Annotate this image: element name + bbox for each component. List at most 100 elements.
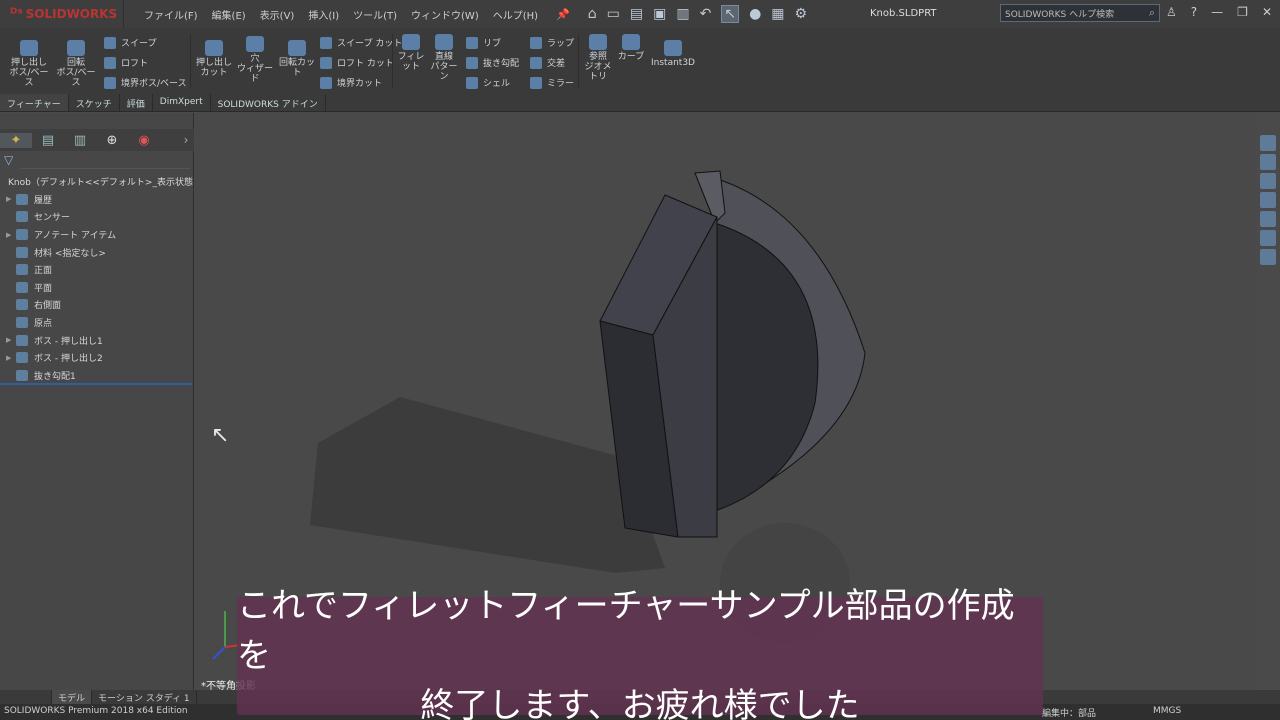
revolve-cut-button[interactable]: 回転カット [278, 40, 316, 78]
revolve-boss-button[interactable]: 回転 ボス/ベース [54, 40, 98, 88]
minimize-icon[interactable]: — [1211, 5, 1223, 19]
feature-manager-tab-icon[interactable]: ✦ [0, 132, 32, 148]
tree-item-draft1[interactable]: 抜き勾配1 [2, 367, 190, 385]
divider [392, 34, 393, 88]
tree-filter-input[interactable] [20, 153, 190, 169]
tree-item-material[interactable]: 材料 <指定なし> [2, 243, 190, 261]
tab-dimxpert[interactable]: DimXpert [153, 94, 211, 111]
menu-window[interactable]: ウィンドウ(W) [411, 7, 479, 22]
tab-scroll-controls[interactable] [0, 690, 52, 704]
instant3d-button[interactable]: Instant3D [650, 40, 696, 68]
help-icon[interactable]: ? [1191, 5, 1197, 19]
undo-icon[interactable]: ↶ [700, 6, 712, 22]
wrap-button[interactable]: ラップ [530, 36, 574, 49]
tree-item-sensors[interactable]: センサー [2, 208, 190, 226]
menu-file[interactable]: ファイル(F) [144, 7, 198, 22]
filter-icon[interactable]: ▽ [4, 153, 13, 167]
tab-features[interactable]: フィーチャー [0, 94, 69, 111]
tab-motion-study[interactable]: モーション スタディ 1 [92, 690, 197, 704]
mirror-label: ミラー [547, 79, 575, 89]
tab-addins[interactable]: SOLIDWORKS アドイン [211, 94, 326, 111]
fillet-button[interactable]: フィレット [396, 34, 426, 72]
tab-model[interactable]: モデル [52, 690, 93, 704]
menu-view[interactable]: 表示(V) [260, 7, 295, 22]
home-icon[interactable]: ⌂ [588, 6, 597, 22]
expand-arrow-icon[interactable]: ▶ [6, 336, 16, 344]
ds-logo-icon: ᴰˢ [10, 6, 23, 22]
tree-item-label: 平面 [34, 283, 53, 294]
lofted-cut-button[interactable]: ロフト カット [320, 56, 394, 69]
shell-button[interactable]: シェル [466, 76, 510, 89]
menu-help[interactable]: ヘルプ(H) [493, 7, 538, 22]
curves-button[interactable]: カーブ [616, 34, 646, 62]
extrude-cut-button[interactable]: 押し出し カット [196, 40, 232, 78]
configuration-manager-tab-icon[interactable]: ▥ [64, 133, 96, 148]
boundary-boss-button[interactable]: 境界ボス/ベース [104, 76, 187, 89]
appearances-icon[interactable] [1260, 211, 1276, 227]
select-pointer-icon[interactable]: ↖ [721, 5, 740, 23]
display-manager-tab-icon[interactable]: ◉ [128, 133, 160, 148]
intersect-button[interactable]: 交差 [530, 56, 565, 69]
loft-label: ロフト [121, 59, 149, 69]
tree-item-history[interactable]: ▶ 履歴 [2, 191, 190, 209]
new-document-icon[interactable]: ▭ [607, 6, 620, 22]
tab-sketch[interactable]: スケッチ [69, 94, 120, 111]
swept-cut-button[interactable]: スイープ カット [320, 36, 402, 49]
restore-icon[interactable]: ❐ [1237, 5, 1248, 19]
reference-geometry-button[interactable]: 参照 ジオメトリ [582, 34, 614, 82]
print-icon[interactable]: ▥ [676, 6, 689, 22]
tree-item-top-plane[interactable]: 平面 [2, 279, 190, 297]
tree-item-front-plane[interactable]: 正面 [2, 261, 190, 279]
close-icon[interactable]: ✕ [1262, 5, 1272, 19]
expand-arrow-icon[interactable]: ▶ [6, 195, 16, 203]
unit-system[interactable]: MMGS [1153, 706, 1181, 716]
menu-edit[interactable]: 編集(E) [212, 7, 246, 22]
chevron-right-icon[interactable]: › [178, 133, 194, 147]
expand-arrow-icon[interactable]: ▶ [6, 354, 16, 362]
revolve-boss-icon [67, 40, 85, 56]
tree-root-part[interactable]: Knob（デフォルト<<デフォルト>_表示状態 1>） [2, 173, 218, 191]
solidworks-logo[interactable]: ᴰˢ SOLIDWORKS [0, 0, 124, 28]
tab-evaluate[interactable]: 評価 [120, 94, 153, 111]
file-explorer-icon[interactable] [1260, 173, 1276, 189]
rollback-bar[interactable] [0, 383, 192, 385]
expand-arrow-icon[interactable]: ▶ [6, 231, 16, 239]
menu-insert[interactable]: 挿入(I) [308, 7, 339, 22]
tree-item-annotations[interactable]: ▶ アノテート アイテム [2, 226, 190, 244]
linear-pattern-button[interactable]: 直線 パターン [428, 34, 460, 82]
dimxpert-manager-tab-icon[interactable]: ⊕ [96, 133, 128, 148]
forum-icon[interactable] [1260, 249, 1276, 265]
property-manager-tab-icon[interactable]: ▤ [32, 133, 64, 148]
open-folder-icon[interactable]: ▤ [630, 6, 643, 22]
search-icon[interactable]: ⌕ [1149, 6, 1155, 20]
tree-item-origin[interactable]: 原点 [2, 314, 190, 332]
pin-icon[interactable]: 📌 [556, 8, 570, 21]
plane-icon [16, 264, 28, 276]
save-icon[interactable]: ▣ [653, 6, 666, 22]
rib-button[interactable]: リブ [466, 36, 501, 49]
extrude-boss-button[interactable]: 押し出し ボス/ベース [8, 40, 50, 88]
panel-tabs: ✦ ▤ ▥ ⊕ ◉ › [0, 129, 194, 151]
user-icon[interactable]: ♙ [1166, 5, 1177, 19]
rebuild-icon[interactable]: ● [749, 6, 761, 22]
loft-button[interactable]: ロフト [104, 56, 148, 69]
menu-tools[interactable]: ツール(T) [353, 7, 397, 22]
tree-item-right-plane[interactable]: 右側面 [2, 296, 190, 314]
tree-item-boss-extrude1[interactable]: ▶ ボス - 押し出し1 [2, 331, 190, 349]
draft-button[interactable]: 抜き勾配 [466, 56, 519, 69]
help-search-input[interactable]: SOLIDWORKS ヘルプ検索 ⌕ [1000, 4, 1160, 22]
tree-item-label: センサー [34, 213, 71, 224]
home-resources-icon[interactable] [1260, 135, 1276, 151]
options-gear-icon[interactable]: ⚙ [795, 6, 808, 22]
boundary-cut-button[interactable]: 境界カット [320, 76, 382, 89]
sweep-button[interactable]: スイープ [104, 36, 156, 49]
design-library-icon[interactable] [1260, 154, 1276, 170]
view-palette-icon[interactable] [1260, 192, 1276, 208]
tree-item-boss-extrude2[interactable]: ▶ ボス - 押し出し2 [2, 349, 190, 367]
mirror-button[interactable]: ミラー [530, 76, 574, 89]
model-shadow [310, 397, 665, 573]
custom-properties-icon[interactable] [1260, 230, 1276, 246]
file-properties-icon[interactable]: ▦ [771, 6, 784, 22]
draft-label: 抜き勾配 [483, 59, 520, 69]
hole-wizard-button[interactable]: 穴 ウィザード [236, 36, 274, 84]
